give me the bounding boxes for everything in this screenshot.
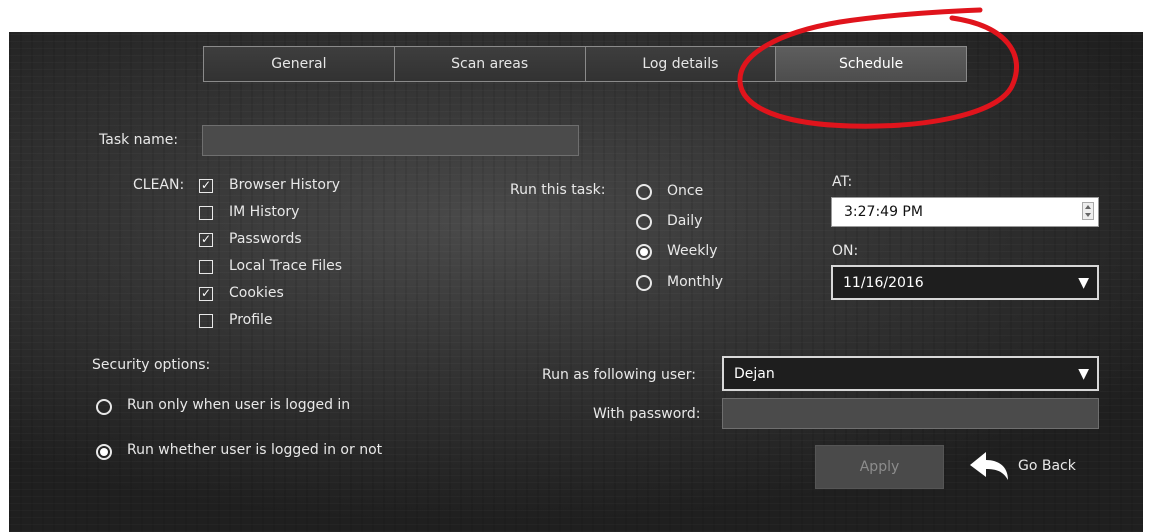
task-name-input[interactable] <box>202 125 579 156</box>
on-label: ON: <box>832 243 859 259</box>
weekly-label: Weekly <box>667 243 718 259</box>
time-spinner-icon[interactable] <box>1082 202 1094 220</box>
date-select[interactable]: 11/16/2016 ▼ <box>831 265 1099 300</box>
password-label: With password: <box>593 406 701 422</box>
go-back-button[interactable]: Go Back <box>1018 458 1076 474</box>
passwords-checkbox[interactable]: ✓ <box>199 233 213 247</box>
browser-history-checkbox[interactable]: ✓ <box>199 179 213 193</box>
cookies-label: Cookies <box>229 285 284 301</box>
logged-in-or-not-radio[interactable] <box>96 444 112 460</box>
user-value: Dejan <box>734 365 775 382</box>
once-radio[interactable] <box>636 184 652 200</box>
browser-history-label: Browser History <box>229 177 340 193</box>
chevron-down-icon: ▼ <box>1078 274 1089 291</box>
daily-radio[interactable] <box>636 214 652 230</box>
run-this-task-label: Run this task: <box>510 182 606 198</box>
local-trace-files-checkbox[interactable] <box>199 260 213 274</box>
passwords-label: Passwords <box>229 231 302 247</box>
logged-in-or-not-label: Run whether user is logged in or not <box>127 442 383 458</box>
at-label: AT: <box>832 174 853 190</box>
monthly-radio[interactable] <box>636 275 652 291</box>
chevron-down-icon: ▼ <box>1078 365 1089 382</box>
task-name-label: Task name: <box>99 132 179 148</box>
clean-label: CLEAN: <box>133 177 185 193</box>
go-back-icon[interactable] <box>968 449 1010 483</box>
im-history-checkbox[interactable] <box>199 206 213 220</box>
highlight-circle <box>737 7 1019 129</box>
date-value: 11/16/2016 <box>843 274 924 291</box>
user-select[interactable]: Dejan ▼ <box>722 356 1099 391</box>
logged-in-only-label: Run only when user is logged in <box>127 397 351 413</box>
monthly-label: Monthly <box>667 274 724 290</box>
security-options-label: Security options: <box>92 357 211 373</box>
time-input[interactable]: 3:27:49 PM <box>831 197 1099 227</box>
once-label: Once <box>667 183 704 199</box>
weekly-radio[interactable] <box>636 244 652 260</box>
profile-label: Profile <box>229 312 273 328</box>
cookies-checkbox[interactable]: ✓ <box>199 287 213 301</box>
time-value: 3:27:49 PM <box>844 204 923 220</box>
tab-scan-areas[interactable]: Scan areas <box>394 47 586 81</box>
run-as-user-label: Run as following user: <box>542 367 697 383</box>
logged-in-only-radio[interactable] <box>96 399 112 415</box>
daily-label: Daily <box>667 213 703 229</box>
local-trace-files-label: Local Trace Files <box>229 258 343 274</box>
im-history-label: IM History <box>229 204 300 220</box>
tab-general[interactable]: General <box>204 47 395 81</box>
password-input[interactable] <box>722 398 1099 429</box>
profile-checkbox[interactable] <box>199 314 213 328</box>
apply-button[interactable]: Apply <box>815 445 944 489</box>
